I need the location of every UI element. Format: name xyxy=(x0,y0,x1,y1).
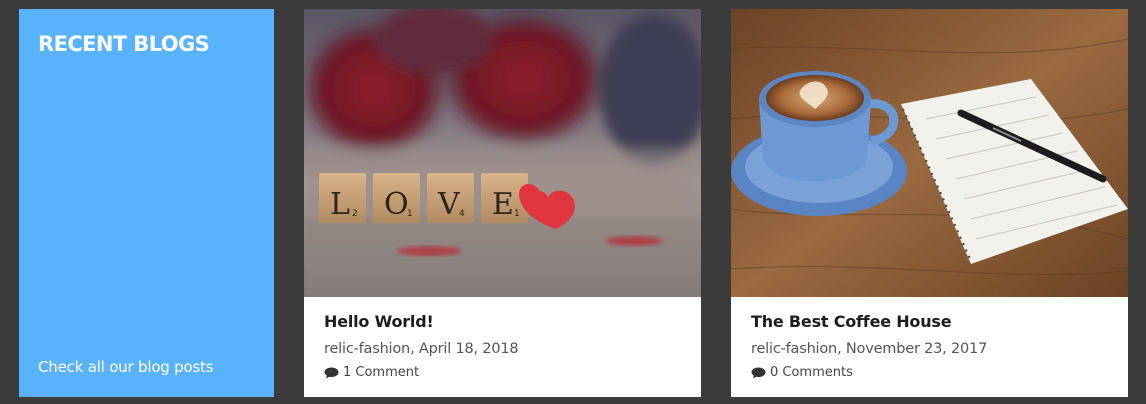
recent-blogs-heading: RECENT BLOGS xyxy=(38,32,210,56)
svg-text:4: 4 xyxy=(459,209,465,219)
blog-date: November 23, 2017 xyxy=(845,341,988,357)
svg-text:O: O xyxy=(384,187,409,222)
blog-title[interactable]: The Best Coffee House xyxy=(751,311,1108,333)
all-blog-posts-link[interactable]: Check all our blog posts xyxy=(38,358,214,376)
svg-text:1: 1 xyxy=(407,209,413,219)
blog-date: April 18, 2018 xyxy=(418,341,519,357)
comments-count: 0 Comments xyxy=(770,365,853,380)
recent-blogs-section: RECENT BLOGS Check all our blog posts L … xyxy=(0,0,1146,404)
svg-text:E: E xyxy=(492,187,514,222)
blog-comments-link[interactable]: 0 Comments xyxy=(751,364,1108,382)
blog-card-body: The Best Coffee House relic-fashion, Nov… xyxy=(731,297,1128,382)
comment-icon xyxy=(751,367,766,379)
svg-text:2: 2 xyxy=(352,209,358,219)
recent-blogs-panel[interactable]: RECENT BLOGS Check all our blog posts xyxy=(19,9,274,397)
coffee-cup-image xyxy=(731,9,1128,297)
meta-separator: , xyxy=(410,341,419,357)
svg-text:V: V xyxy=(437,187,461,222)
comments-count: 1 Comment xyxy=(343,365,420,380)
blog-thumbnail-love[interactable]: L 2 O 1 V 4 E 1 xyxy=(304,9,701,297)
love-tiles-image: L 2 O 1 V 4 E 1 xyxy=(304,9,701,297)
svg-text:1: 1 xyxy=(514,209,520,219)
comment-icon xyxy=(324,367,339,379)
meta-separator: , xyxy=(837,341,846,357)
blog-meta: relic-fashion, November 23, 2017 xyxy=(751,339,1108,359)
blog-card-body: Hello World! relic-fashion, April 18, 20… xyxy=(304,297,701,382)
blog-author-link[interactable]: relic-fashion xyxy=(751,341,837,357)
svg-text:L: L xyxy=(330,187,350,222)
blog-author-link[interactable]: relic-fashion xyxy=(324,341,410,357)
blog-card: The Best Coffee House relic-fashion, Nov… xyxy=(731,9,1128,397)
blog-title[interactable]: Hello World! xyxy=(324,311,681,333)
blog-card: L 2 O 1 V 4 E 1 Hello World! relic-fashi… xyxy=(304,9,701,397)
blog-thumbnail-coffee[interactable] xyxy=(731,9,1128,297)
blog-comments-link[interactable]: 1 Comment xyxy=(324,364,681,382)
blog-meta: relic-fashion, April 18, 2018 xyxy=(324,339,681,359)
